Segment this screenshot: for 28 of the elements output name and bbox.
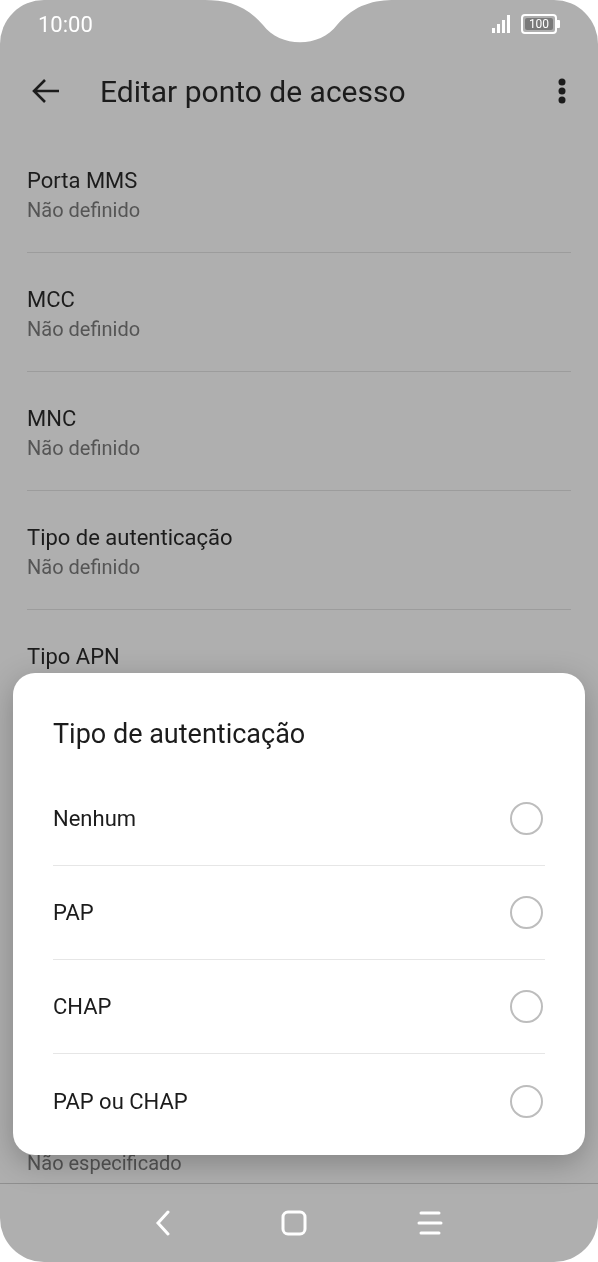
setting-value: Não definido [27, 554, 142, 581]
radio-button[interactable] [510, 802, 543, 835]
back-icon[interactable] [155, 1210, 171, 1236]
setting-title[interactable]: Porta MMS [27, 166, 571, 196]
more-options-icon[interactable] [558, 78, 566, 104]
radio-option[interactable]: CHAP [53, 960, 545, 1054]
radio-option[interactable]: PAP [53, 866, 545, 960]
radio-option[interactable]: PAP ou CHAP [53, 1054, 545, 1148]
setting-value: Não definido [27, 435, 142, 462]
dialog-title: Tipo de autenticação [53, 717, 307, 752]
radio-button[interactable] [510, 990, 543, 1023]
menu-icon[interactable] [417, 1210, 443, 1236]
setting-title[interactable]: MNC [27, 404, 571, 434]
setting-value: Não definido [27, 197, 142, 224]
page-title: Editar ponto de acesso [100, 72, 407, 111]
back-arrow-icon[interactable] [32, 78, 60, 104]
setting-title[interactable]: Tipo APN [27, 642, 571, 672]
setting-value: Não definido [27, 316, 142, 343]
radio-button[interactable] [510, 896, 543, 929]
home-icon[interactable] [281, 1210, 307, 1236]
radio-option[interactable]: Nenhum [53, 772, 545, 866]
setting-title[interactable]: MCC [27, 285, 571, 315]
status-time: 10:00 [38, 10, 93, 39]
signal-icon [492, 15, 511, 33]
setting-title[interactable]: Tipo de autenticação [27, 523, 571, 553]
battery-icon: 100 [521, 14, 560, 34]
radio-button[interactable] [510, 1084, 543, 1118]
setting-value: Não especificado [27, 1150, 183, 1177]
